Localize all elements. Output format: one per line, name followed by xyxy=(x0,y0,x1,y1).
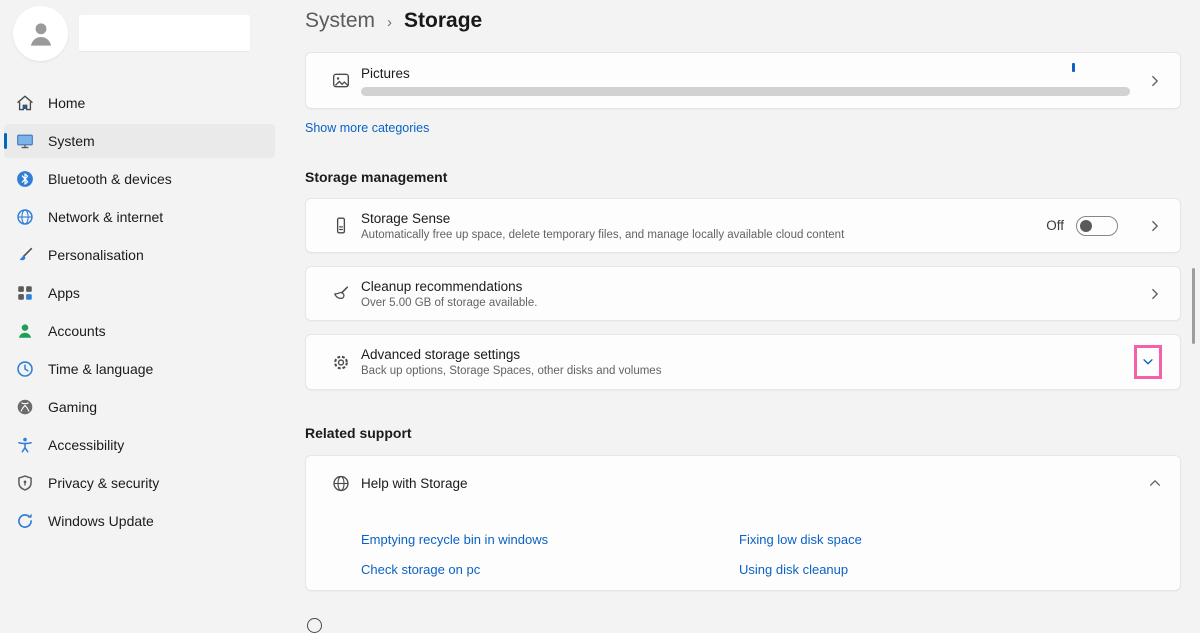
settings-main: System › Storage Pictures Show more cate… xyxy=(305,0,1181,628)
settings-sidebar: Home System Bluetooth & devices xyxy=(0,0,292,628)
help-link[interactable]: Emptying recycle bin in windows xyxy=(361,532,739,547)
person-icon xyxy=(26,19,56,49)
sidebar-item-label: Windows Update xyxy=(48,513,154,529)
sidebar-item-system[interactable]: System xyxy=(4,124,275,158)
cleanup-text: Cleanup recommendations Over 5.00 GB of … xyxy=(361,279,537,309)
help-link[interactable]: Fixing low disk space xyxy=(739,532,1162,547)
help-links: Emptying recycle bin in windows Fixing l… xyxy=(361,532,1162,577)
sidebar-item-label: Bluetooth & devices xyxy=(48,171,172,187)
storage-sense-card[interactable]: Storage Sense Automatically free up spac… xyxy=(305,198,1181,253)
sidebar-item-label: Apps xyxy=(48,285,80,301)
cleanup-subtitle: Over 5.00 GB of storage available. xyxy=(361,297,537,309)
bluetooth-icon xyxy=(16,170,34,188)
help-title: Help with Storage xyxy=(361,476,468,491)
show-more-categories-link[interactable]: Show more categories xyxy=(305,121,429,135)
related-support-heading: Related support xyxy=(305,425,412,441)
personalisation-icon xyxy=(16,246,34,264)
sidebar-item-time-language[interactable]: Time & language xyxy=(4,352,275,386)
gear-icon xyxy=(332,353,350,371)
accessibility-icon xyxy=(16,436,34,454)
chevron-right-icon[interactable] xyxy=(1148,74,1162,88)
accounts-icon xyxy=(16,322,34,340)
advanced-storage-card[interactable]: Advanced storage settings Back up option… xyxy=(305,334,1181,390)
sidebar-item-label: Personalisation xyxy=(48,247,144,263)
sidebar-item-label: Gaming xyxy=(48,399,97,415)
windows-update-icon xyxy=(16,512,34,530)
broom-icon xyxy=(332,285,350,303)
toggle-knob xyxy=(1080,220,1092,232)
sidebar-nav: Home System Bluetooth & devices xyxy=(4,86,275,542)
sidebar-item-privacy[interactable]: Privacy & security xyxy=(4,466,275,500)
pictures-icon xyxy=(332,72,350,90)
sidebar-item-windows-update[interactable]: Windows Update xyxy=(4,504,275,538)
user-name-box[interactable] xyxy=(79,15,250,51)
toggle-state-label: Off xyxy=(1046,218,1064,233)
chevron-right-icon[interactable] xyxy=(1148,287,1162,301)
storage-sense-toggle[interactable] xyxy=(1076,216,1118,236)
sidebar-item-accessibility[interactable]: Accessibility xyxy=(4,428,275,462)
selected-indicator xyxy=(4,133,7,149)
sidebar-item-label: Home xyxy=(48,95,85,111)
sidebar-item-label: Network & internet xyxy=(48,209,163,225)
annotation-highlight-box xyxy=(1134,345,1162,379)
advanced-storage-subtitle: Back up options, Storage Spaces, other d… xyxy=(361,365,661,377)
sidebar-item-home[interactable]: Home xyxy=(4,86,275,120)
pictures-title: Pictures xyxy=(361,66,1130,81)
pictures-info: Pictures xyxy=(361,66,1130,96)
help-with-storage-card: Help with Storage Emptying recycle bin i… xyxy=(305,455,1181,591)
pictures-category-card[interactable]: Pictures xyxy=(305,52,1181,109)
system-icon xyxy=(16,132,34,150)
sidebar-item-bluetooth[interactable]: Bluetooth & devices xyxy=(4,162,275,196)
pictures-storage-bar xyxy=(361,87,1130,96)
breadcrumb-parent[interactable]: System xyxy=(305,9,375,33)
sidebar-item-accounts[interactable]: Accounts xyxy=(4,314,275,348)
sidebar-item-label: Accessibility xyxy=(48,437,124,453)
chevron-right-icon[interactable] xyxy=(1148,219,1162,233)
time-language-icon xyxy=(16,360,34,378)
storage-management-heading: Storage management xyxy=(305,169,447,185)
network-icon xyxy=(16,208,34,226)
privacy-icon xyxy=(16,474,34,492)
help-header-row[interactable]: Help with Storage xyxy=(332,456,1162,510)
storage-sense-controls: Off xyxy=(1046,216,1162,236)
sidebar-item-apps[interactable]: Apps xyxy=(4,276,275,310)
help-link[interactable]: Using disk cleanup xyxy=(739,562,1162,577)
scrolled-item-icon xyxy=(307,618,322,633)
storage-sense-text: Storage Sense Automatically free up spac… xyxy=(361,211,844,241)
user-avatar[interactable] xyxy=(13,6,68,61)
page-title: Storage xyxy=(404,9,482,33)
scrollbar-thumb[interactable] xyxy=(1192,268,1195,344)
advanced-storage-title: Advanced storage settings xyxy=(361,347,661,362)
apps-icon xyxy=(16,284,34,302)
storage-sense-subtitle: Automatically free up space, delete temp… xyxy=(361,229,844,241)
cleanup-title: Cleanup recommendations xyxy=(361,279,537,294)
sidebar-item-gaming[interactable]: Gaming xyxy=(4,390,275,424)
sidebar-item-label: System xyxy=(48,133,95,149)
storage-sense-title: Storage Sense xyxy=(361,211,844,226)
advanced-storage-text: Advanced storage settings Back up option… xyxy=(361,347,661,377)
gaming-icon xyxy=(16,398,34,416)
home-icon xyxy=(16,94,34,112)
cleanup-recommendations-card[interactable]: Cleanup recommendations Over 5.00 GB of … xyxy=(305,266,1181,321)
sidebar-item-personalisation[interactable]: Personalisation xyxy=(4,238,275,272)
help-link[interactable]: Check storage on pc xyxy=(361,562,739,577)
help-title-wrap: Help with Storage xyxy=(361,476,468,491)
breadcrumb-separator-icon: › xyxy=(387,12,392,31)
sidebar-item-label: Time & language xyxy=(48,361,153,377)
sidebar-item-label: Privacy & security xyxy=(48,475,159,491)
storage-usage-marker xyxy=(1072,63,1075,72)
chevron-down-icon[interactable] xyxy=(1141,355,1155,369)
storage-sense-icon xyxy=(332,217,350,235)
help-globe-icon xyxy=(332,474,350,492)
sidebar-item-label: Accounts xyxy=(48,323,106,339)
chevron-up-icon[interactable] xyxy=(1148,476,1162,490)
sidebar-item-network[interactable]: Network & internet xyxy=(4,200,275,234)
breadcrumb: System › Storage xyxy=(305,9,482,33)
